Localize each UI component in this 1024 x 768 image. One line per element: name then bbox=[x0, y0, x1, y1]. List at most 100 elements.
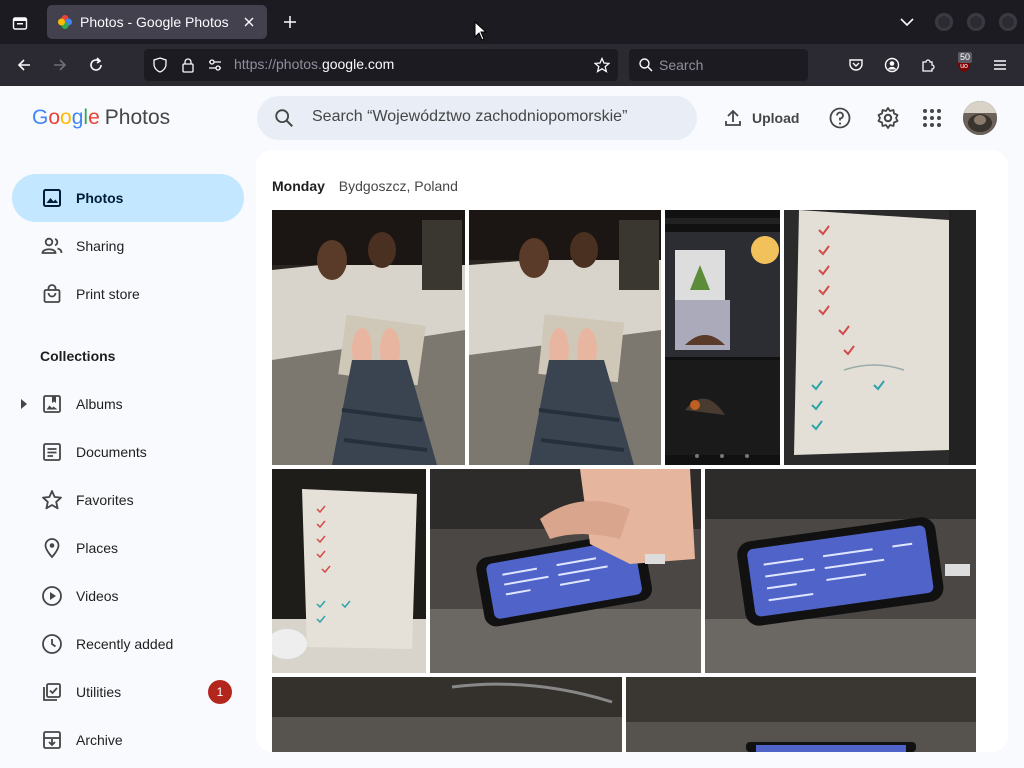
apps-grid-icon bbox=[923, 109, 941, 127]
browser-search-input[interactable] bbox=[659, 55, 799, 75]
photo-thumbnail[interactable] bbox=[469, 210, 661, 465]
people-icon bbox=[40, 234, 64, 258]
url-bar[interactable]: https://photos.google.com bbox=[144, 49, 618, 81]
search-icon[interactable] bbox=[273, 107, 295, 129]
firefox-view-icon bbox=[12, 17, 28, 30]
shopping-bag-icon bbox=[40, 282, 64, 306]
gear-icon bbox=[877, 107, 899, 129]
sidebar-item-albums[interactable]: Albums bbox=[12, 380, 244, 428]
play-icon bbox=[40, 584, 64, 608]
upload-label: Upload bbox=[752, 110, 800, 126]
sidebar-item-favorites[interactable]: Favorites bbox=[12, 476, 244, 524]
back-button[interactable] bbox=[10, 51, 38, 79]
sidebar-item-label: Videos bbox=[76, 588, 119, 604]
photo-image bbox=[430, 469, 701, 673]
sidebar-item-recently-added[interactable]: Recently added bbox=[12, 620, 244, 668]
account-button[interactable] bbox=[880, 53, 904, 77]
sidebar-item-archive[interactable]: Archive bbox=[12, 716, 244, 764]
photo-thumbnail[interactable] bbox=[272, 210, 465, 465]
photo-thumbnail[interactable] bbox=[626, 677, 976, 752]
help-icon bbox=[829, 107, 851, 129]
place-icon bbox=[40, 536, 64, 560]
list-all-tabs-button[interactable] bbox=[896, 11, 918, 33]
archive-icon bbox=[40, 728, 64, 752]
date-label: Monday bbox=[272, 178, 325, 194]
photo-image bbox=[665, 210, 780, 465]
sidebar-item-label: Print store bbox=[76, 286, 140, 302]
browser-search-bar[interactable] bbox=[629, 49, 808, 81]
window-minimize-button[interactable] bbox=[935, 13, 953, 31]
app-menu-button[interactable] bbox=[988, 53, 1012, 77]
bookmark-star-icon[interactable] bbox=[594, 57, 610, 73]
url-text: https://photos.google.com bbox=[234, 56, 395, 72]
close-icon bbox=[244, 17, 254, 27]
sidebar-item-photos[interactable]: Photos bbox=[12, 174, 244, 222]
google-photos-app: Google Photos Search “Województwo zachodn… bbox=[0, 86, 1024, 768]
sidebar-item-videos[interactable]: Videos bbox=[12, 572, 244, 620]
sidebar-item-label: Albums bbox=[76, 396, 123, 412]
search-placeholder: Search “Województwo zachodniopomorskie” bbox=[312, 108, 628, 125]
window-maximize-button[interactable] bbox=[967, 13, 985, 31]
sidebar-item-label: Documents bbox=[76, 444, 147, 460]
photo-image bbox=[705, 469, 976, 673]
photo-thumbnail[interactable] bbox=[784, 210, 976, 465]
account-icon bbox=[884, 57, 900, 73]
location-label[interactable]: Bydgoszcz, Poland bbox=[339, 178, 458, 194]
sidebar-item-print-store[interactable]: Print store bbox=[12, 270, 244, 318]
ublock-blocked-count: 50 bbox=[958, 52, 973, 63]
clock-icon bbox=[40, 632, 64, 656]
collections-heading: Collections bbox=[40, 348, 116, 364]
expand-caret-icon[interactable] bbox=[20, 399, 28, 409]
lock-icon[interactable] bbox=[180, 57, 196, 73]
hamburger-menu-icon bbox=[994, 60, 1006, 70]
browser-tab-bar: Photos - Google Photos bbox=[0, 0, 1024, 44]
reload-button[interactable] bbox=[82, 51, 110, 79]
window-close-button[interactable] bbox=[999, 13, 1017, 31]
photo-thumbnail[interactable] bbox=[430, 469, 701, 673]
reload-icon bbox=[90, 57, 102, 71]
browser-tab-active[interactable]: Photos - Google Photos bbox=[47, 5, 267, 39]
settings-button[interactable] bbox=[875, 105, 901, 131]
firefox-view-button[interactable] bbox=[6, 9, 34, 37]
account-avatar[interactable] bbox=[963, 101, 997, 135]
photos-search-bar[interactable]: Search “Województwo zachodniopomorskie” bbox=[257, 96, 697, 140]
puzzle-icon bbox=[922, 59, 935, 72]
google-photos-logo[interactable]: Google Photos bbox=[32, 106, 170, 130]
photo-thumbnail[interactable] bbox=[665, 210, 780, 465]
photo-thumbnail[interactable] bbox=[272, 469, 426, 673]
new-tab-button[interactable] bbox=[278, 10, 302, 34]
sidebar-item-documents[interactable]: Documents bbox=[12, 428, 244, 476]
upload-icon bbox=[725, 109, 741, 126]
chevron-down-icon bbox=[900, 18, 914, 27]
forward-button[interactable] bbox=[46, 51, 74, 79]
permissions-icon[interactable] bbox=[207, 57, 223, 73]
sidebar-item-utilities[interactable]: Utilities 1 bbox=[12, 668, 244, 716]
shield-icon[interactable] bbox=[152, 57, 168, 73]
album-icon bbox=[40, 392, 64, 416]
photo-thumbnail[interactable] bbox=[272, 677, 622, 752]
photo-thumbnail[interactable] bbox=[705, 469, 976, 673]
browser-toolbar: https://photos.google.com uo bbox=[0, 44, 1024, 86]
photo-image bbox=[272, 210, 465, 465]
sidebar-item-label: Utilities bbox=[76, 684, 122, 700]
google-apps-button[interactable] bbox=[919, 105, 945, 131]
date-group-header: Monday Bydgoszcz, Poland bbox=[272, 178, 458, 194]
pocket-button[interactable] bbox=[844, 53, 868, 77]
document-icon bbox=[40, 440, 64, 464]
photo-image bbox=[272, 677, 622, 752]
star-icon bbox=[40, 488, 64, 512]
avatar-image bbox=[963, 101, 997, 135]
tab-close-button[interactable] bbox=[241, 14, 257, 30]
sidebar-item-label: Archive bbox=[76, 732, 123, 748]
sidebar-item-label: Recently added bbox=[76, 636, 174, 652]
extensions-button[interactable] bbox=[916, 53, 940, 77]
sidebar-item-label: Places bbox=[76, 540, 119, 556]
sidebar-item-label: Photos bbox=[76, 190, 124, 206]
photo-image bbox=[469, 210, 661, 465]
search-icon bbox=[639, 58, 653, 72]
sidebar-item-places[interactable]: Places bbox=[12, 524, 244, 572]
help-button[interactable] bbox=[827, 105, 853, 131]
sidebar-item-sharing[interactable]: Sharing bbox=[12, 222, 244, 270]
plus-icon bbox=[284, 16, 296, 28]
upload-button[interactable]: Upload bbox=[718, 102, 805, 134]
